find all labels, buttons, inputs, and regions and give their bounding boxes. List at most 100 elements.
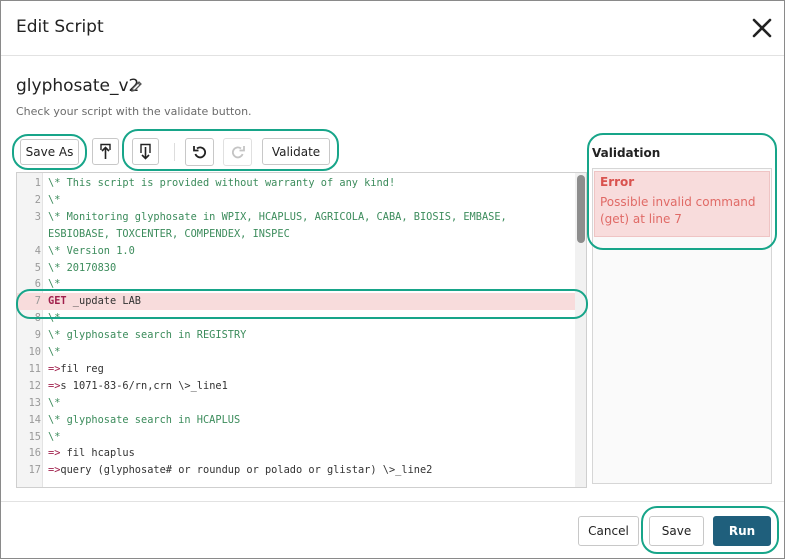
line-number: 17 xyxy=(28,464,41,477)
line-code: => fil hcaplus xyxy=(48,445,135,462)
line-number: 2 xyxy=(34,193,41,206)
save-button[interactable]: Save xyxy=(649,516,704,546)
line-number: 5 xyxy=(34,261,41,274)
command-prompt: => xyxy=(48,447,61,460)
code-line: 3 \* Monitoring glyphosate in WPIX, HCAPL… xyxy=(17,209,577,226)
code-line: 1 \* This script is provided without warr… xyxy=(17,175,577,192)
line-code: \* This script is provided without warra… xyxy=(48,175,395,192)
line-number: 3 xyxy=(34,210,41,223)
line-number: 9 xyxy=(34,329,41,342)
line-code: \* xyxy=(48,344,60,361)
code-text: query (glyphosate# or roundup or polado … xyxy=(60,464,433,477)
code-line: 9 \* glyphosate search in REGISTRY xyxy=(17,327,577,344)
redo-icon xyxy=(231,146,245,159)
code-line: 11 =>fil reg xyxy=(17,361,577,378)
code-text: \* xyxy=(48,430,61,443)
code-line: ESBIOBASE, TOXCENTER, COMPENDEX, INSPEC xyxy=(17,226,577,243)
line-code: \* xyxy=(48,395,60,412)
line-code: GET _update LAB xyxy=(48,293,141,310)
cancel-button[interactable]: Cancel xyxy=(578,516,639,546)
toolbar-separator xyxy=(174,143,175,161)
edit-script-dialog: Edit Script glyphosate_v2 Check your scr… xyxy=(0,0,785,559)
command-prompt: => xyxy=(48,379,61,392)
editor-scrollbar[interactable] xyxy=(575,173,586,487)
line-code: \* xyxy=(48,276,60,293)
line-number: 11 xyxy=(28,362,41,375)
code-text: \* This script is provided without warra… xyxy=(48,177,396,189)
line-code: =>fil reg xyxy=(48,361,104,378)
line-number: 1 xyxy=(34,177,41,189)
line-code: \* 20170830 xyxy=(48,260,116,277)
download-button[interactable] xyxy=(132,138,159,165)
error-message-line-1: Possible invalid command xyxy=(600,195,756,209)
close-icon[interactable] xyxy=(751,17,773,39)
line-code: \* xyxy=(48,192,60,209)
line-code: \* Version 1.0 xyxy=(48,243,135,260)
dialog-header: Edit Script xyxy=(1,1,784,56)
code-text: fil hcaplus xyxy=(60,447,135,460)
run-button[interactable]: Run xyxy=(713,516,771,546)
pencil-icon[interactable] xyxy=(130,80,143,93)
code-text: fil reg xyxy=(60,362,104,375)
keyword: GET xyxy=(48,295,67,308)
code-line: 6 \* xyxy=(17,276,577,293)
code-text: \* Monitoring glyphosate in WPIX, HCAPLU… xyxy=(48,210,507,223)
dialog-title: Edit Script xyxy=(16,17,104,37)
line-number: 7 xyxy=(34,295,41,308)
line-number: 12 xyxy=(28,379,41,392)
code-line: 8 \* xyxy=(17,310,577,327)
code-line: 2 \* xyxy=(17,192,577,209)
line-number: 15 xyxy=(28,430,41,443)
line-code: \* glyphosate search in REGISTRY xyxy=(48,327,246,344)
redo-button[interactable] xyxy=(223,138,252,166)
code-line: 4 \* Version 1.0 xyxy=(17,243,577,260)
code-line: 7 GET _update LAB xyxy=(17,293,577,311)
undo-button[interactable] xyxy=(185,138,214,166)
code-line: 15 \* xyxy=(17,429,577,446)
line-number: 14 xyxy=(28,413,41,426)
scrollbar-thumb[interactable] xyxy=(577,175,585,243)
command-prompt: => xyxy=(48,362,61,375)
code-text: ESBIOBASE, TOXCENTER, COMPENDEX, INSPEC xyxy=(48,227,290,240)
line-code: \* Monitoring glyphosate in WPIX, HCAPLU… xyxy=(48,209,507,226)
code-text: \* 20170830 xyxy=(48,261,117,274)
line-code: \* xyxy=(48,429,60,446)
code-text: \* glyphosate search in HCAPLUS xyxy=(48,413,241,426)
code-text: _update LAB xyxy=(66,295,142,308)
save-as-button[interactable]: Save As xyxy=(20,139,79,165)
line-number: 10 xyxy=(28,346,41,358)
script-hint: Check your script with the validate butt… xyxy=(16,105,252,118)
code-text: s 1071-83-6/rn,crn \>_line1 xyxy=(60,379,228,392)
line-code: =>s 1071-83-6/rn,crn \>_line1 xyxy=(48,378,228,395)
code-line: 17 =>query (glyphosate# or roundup or pol… xyxy=(17,462,577,479)
validation-title: Validation xyxy=(592,146,661,160)
error-message-line-2: (get) at line 7 xyxy=(600,212,682,226)
command-prompt: => xyxy=(48,464,61,477)
line-number: 16 xyxy=(28,447,41,460)
code-line: 10 \* xyxy=(17,344,577,361)
code-text: \* glyphosate search in REGISTRY xyxy=(48,329,247,342)
line-number: 8 xyxy=(34,312,41,325)
line-code: ESBIOBASE, TOXCENTER, COMPENDEX, INSPEC xyxy=(48,226,290,243)
code-line: 13 \* xyxy=(17,395,577,412)
undo-icon xyxy=(192,146,206,159)
script-editor[interactable]: 1 \* This script is provided without warr… xyxy=(16,172,587,488)
code-text: \* xyxy=(48,312,61,325)
code-line: 5 \* 20170830 xyxy=(17,260,577,277)
error-message: Possible invalid command (get) at line 7 xyxy=(600,194,764,228)
upload-button[interactable] xyxy=(92,138,119,165)
footer-divider xyxy=(1,501,784,502)
validate-button[interactable]: Validate xyxy=(262,138,330,165)
error-title: Error xyxy=(600,175,635,189)
upload-icon xyxy=(100,143,111,159)
download-icon xyxy=(140,143,151,160)
line-code: \* xyxy=(48,310,60,327)
line-number: 4 xyxy=(34,244,41,257)
code-text: \* xyxy=(48,193,61,206)
code-text: \* Version 1.0 xyxy=(48,244,135,257)
code-text: \* xyxy=(48,346,61,358)
validation-error: Error Possible invalid command (get) at … xyxy=(594,171,770,237)
code-text: \* xyxy=(48,396,61,409)
line-number: 13 xyxy=(28,396,41,409)
line-code: =>query (glyphosate# or roundup or polad… xyxy=(48,462,432,479)
